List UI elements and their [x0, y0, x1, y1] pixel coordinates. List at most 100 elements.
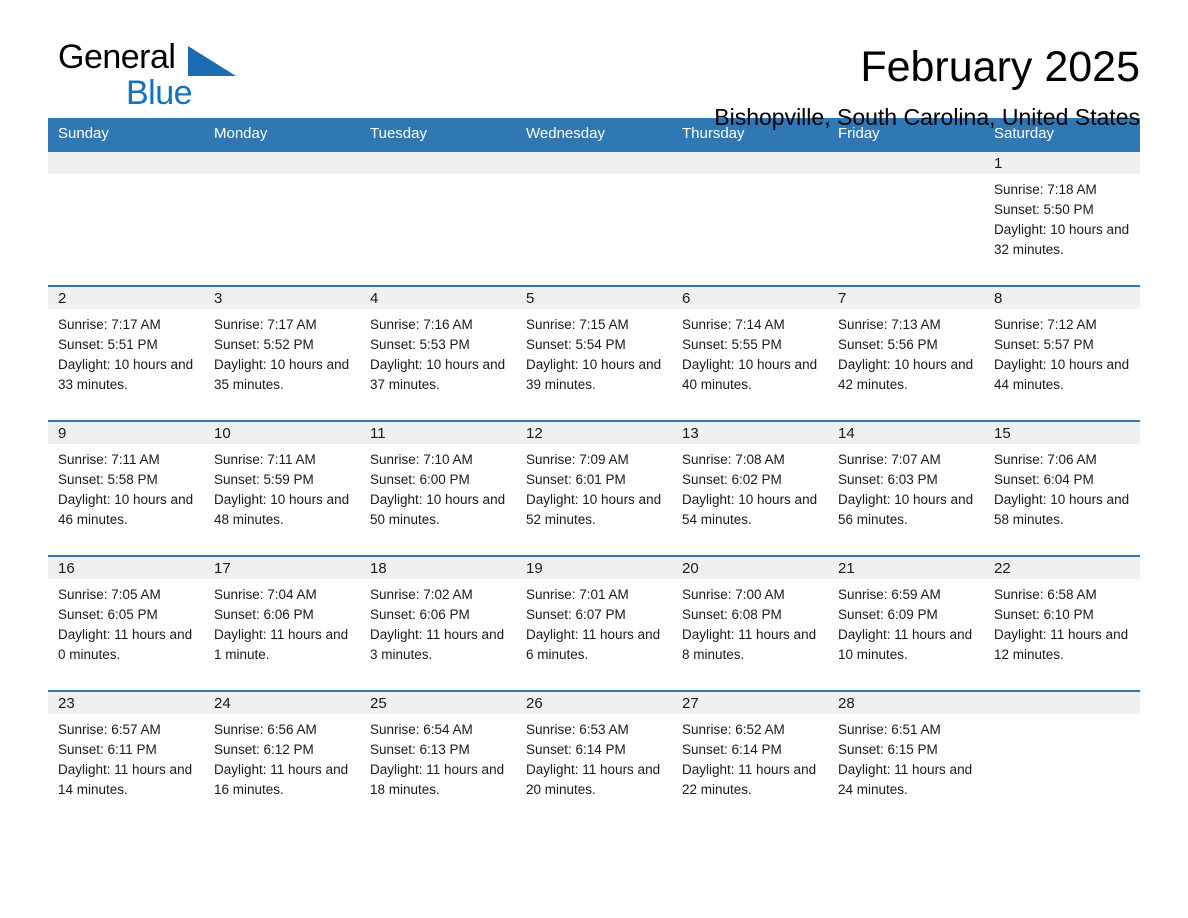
day-number: [984, 692, 1140, 714]
sunset-text: Sunset: 5:57 PM: [994, 337, 1094, 352]
calendar-day-cell[interactable]: 12 Sunrise: 7:09 AM Sunset: 6:01 PM Dayligh…: [516, 420, 672, 556]
sunrise-text: Sunrise: 7:07 AM: [838, 452, 941, 467]
calendar-day-cell[interactable]: 15 Sunrise: 7:06 AM Sunset: 6:04 PM Dayligh…: [984, 420, 1140, 556]
calendar-day-cell[interactable]: 23 Sunrise: 6:57 AM Sunset: 6:11 PM Dayligh…: [48, 690, 204, 826]
calendar-day-cell[interactable]: 11 Sunrise: 7:10 AM Sunset: 6:00 PM Dayligh…: [360, 420, 516, 556]
daylight-text: Daylight: 10 hours and 33 minutes.: [58, 357, 194, 392]
day-number: [828, 152, 984, 174]
calendar-day-cell[interactable]: 7 Sunrise: 7:13 AM Sunset: 5:56 PM Daylight…: [828, 285, 984, 421]
calendar-day-cell[interactable]: 27 Sunrise: 6:52 AM Sunset: 6:14 PM Dayligh…: [672, 690, 828, 826]
day-number: 22: [984, 557, 1140, 579]
sunrise-text: Sunrise: 7:00 AM: [682, 587, 785, 602]
sunrise-text: Sunrise: 7:16 AM: [370, 317, 473, 332]
sunrise-text: Sunrise: 7:09 AM: [526, 452, 629, 467]
day-number: 14: [828, 422, 984, 444]
calendar-day-cell[interactable]: 9 Sunrise: 7:11 AM Sunset: 5:58 PM Daylight…: [48, 420, 204, 556]
daylight-text: Daylight: 10 hours and 46 minutes.: [58, 492, 194, 527]
day-details: Sunrise: 7:05 AM Sunset: 6:05 PM Daylight:…: [48, 579, 204, 665]
sunset-text: Sunset: 6:09 PM: [838, 607, 938, 622]
day-number: 9: [48, 422, 204, 444]
calendar-empty-cell: [516, 150, 672, 286]
calendar-empty-cell: [360, 150, 516, 286]
daylight-text: Daylight: 10 hours and 35 minutes.: [214, 357, 350, 392]
calendar-day-cell[interactable]: 4 Sunrise: 7:16 AM Sunset: 5:53 PM Daylight…: [360, 285, 516, 421]
calendar-table: Sunday Monday Tuesday Wednesday Thursday Frid…: [48, 118, 1140, 826]
day-number: [516, 152, 672, 174]
masthead: General Blue February 2025 Bishopville, …: [48, 0, 1140, 130]
day-number: 24: [204, 692, 360, 714]
calendar-day-cell[interactable]: 6 Sunrise: 7:14 AM Sunset: 5:55 PM Daylight…: [672, 285, 828, 421]
calendar-day-cell[interactable]: 17 Sunrise: 7:04 AM Sunset: 6:06 PM Dayligh…: [204, 555, 360, 691]
sunset-text: Sunset: 5:56 PM: [838, 337, 938, 352]
day-number: 18: [360, 557, 516, 579]
sunrise-text: Sunrise: 7:05 AM: [58, 587, 161, 602]
day-details: Sunrise: 7:17 AM Sunset: 5:52 PM Daylight:…: [204, 309, 360, 395]
day-number: 23: [48, 692, 204, 714]
generalblue-logo[interactable]: General Blue: [48, 40, 238, 112]
daylight-text: Daylight: 11 hours and 10 minutes.: [838, 627, 973, 662]
daylight-text: Daylight: 10 hours and 50 minutes.: [370, 492, 506, 527]
day-number: [48, 152, 204, 174]
daylight-text: Daylight: 11 hours and 6 minutes.: [526, 627, 661, 662]
day-number: 5: [516, 287, 672, 309]
day-details: Sunrise: 7:00 AM Sunset: 6:08 PM Daylight:…: [672, 579, 828, 665]
day-details: Sunrise: 7:15 AM Sunset: 5:54 PM Daylight:…: [516, 309, 672, 395]
calendar-day-cell[interactable]: 24 Sunrise: 6:56 AM Sunset: 6:12 PM Dayligh…: [204, 690, 360, 826]
calendar-week-row: 16 Sunrise: 7:05 AM Sunset: 6:05 PM Dayligh…: [48, 555, 1140, 691]
daylight-text: Daylight: 10 hours and 42 minutes.: [838, 357, 974, 392]
day-details: Sunrise: 6:51 AM Sunset: 6:15 PM Daylight:…: [828, 714, 984, 800]
weekday-header-tuesday: Tuesday: [360, 118, 516, 151]
daylight-text: Daylight: 10 hours and 32 minutes.: [994, 222, 1130, 257]
calendar-day-cell[interactable]: 21 Sunrise: 6:59 AM Sunset: 6:09 PM Dayligh…: [828, 555, 984, 691]
calendar-day-cell[interactable]: 28 Sunrise: 6:51 AM Sunset: 6:15 PM Dayligh…: [828, 690, 984, 826]
day-number: 11: [360, 422, 516, 444]
calendar-day-cell[interactable]: 25 Sunrise: 6:54 AM Sunset: 6:13 PM Dayligh…: [360, 690, 516, 826]
calendar-day-cell[interactable]: 20 Sunrise: 7:00 AM Sunset: 6:08 PM Dayligh…: [672, 555, 828, 691]
calendar-day-cell[interactable]: 5 Sunrise: 7:15 AM Sunset: 5:54 PM Daylight…: [516, 285, 672, 421]
sunrise-text: Sunrise: 6:57 AM: [58, 722, 161, 737]
calendar-day-cell[interactable]: 19 Sunrise: 7:01 AM Sunset: 6:07 PM Dayligh…: [516, 555, 672, 691]
calendar-empty-cell: [48, 150, 204, 286]
sunset-text: Sunset: 6:04 PM: [994, 472, 1094, 487]
sunrise-text: Sunrise: 7:11 AM: [214, 452, 316, 467]
calendar-day-cell[interactable]: 14 Sunrise: 7:07 AM Sunset: 6:03 PM Dayligh…: [828, 420, 984, 556]
weekday-header-wednesday: Wednesday: [516, 118, 672, 151]
sunrise-text: Sunrise: 7:08 AM: [682, 452, 785, 467]
sunrise-text: Sunrise: 6:54 AM: [370, 722, 473, 737]
sunrise-text: Sunrise: 7:17 AM: [58, 317, 161, 332]
day-number: 25: [360, 692, 516, 714]
day-details: Sunrise: 7:11 AM Sunset: 5:58 PM Daylight:…: [48, 444, 204, 530]
calendar-empty-cell: [204, 150, 360, 286]
daylight-text: Daylight: 11 hours and 12 minutes.: [994, 627, 1129, 662]
calendar-day-cell[interactable]: 3 Sunrise: 7:17 AM Sunset: 5:52 PM Daylight…: [204, 285, 360, 421]
daylight-text: Daylight: 11 hours and 22 minutes.: [682, 762, 817, 797]
daylight-text: Daylight: 10 hours and 48 minutes.: [214, 492, 350, 527]
sunset-text: Sunset: 5:58 PM: [58, 472, 158, 487]
calendar-day-cell[interactable]: 16 Sunrise: 7:05 AM Sunset: 6:05 PM Dayligh…: [48, 555, 204, 691]
calendar-page: General Blue February 2025 Bishopville, …: [0, 0, 1188, 918]
sunset-text: Sunset: 5:54 PM: [526, 337, 626, 352]
calendar-day-cell[interactable]: 2 Sunrise: 7:17 AM Sunset: 5:51 PM Daylight…: [48, 285, 204, 421]
page-subtitle: Bishopville, South Carolina, United Stat…: [714, 104, 1140, 130]
calendar-day-cell[interactable]: 1 Sunrise: 7:18 AM Sunset: 5:50 PM Daylight…: [984, 150, 1140, 286]
daylight-text: Daylight: 11 hours and 18 minutes.: [370, 762, 505, 797]
sunrise-text: Sunrise: 7:18 AM: [994, 182, 1097, 197]
calendar-day-cell[interactable]: 18 Sunrise: 7:02 AM Sunset: 6:06 PM Dayligh…: [360, 555, 516, 691]
daylight-text: Daylight: 10 hours and 52 minutes.: [526, 492, 662, 527]
daylight-text: Daylight: 10 hours and 44 minutes.: [994, 357, 1130, 392]
day-number: 16: [48, 557, 204, 579]
calendar-day-cell[interactable]: 26 Sunrise: 6:53 AM Sunset: 6:14 PM Dayligh…: [516, 690, 672, 826]
triangle-icon: [188, 46, 236, 76]
day-number: 28: [828, 692, 984, 714]
sunrise-text: Sunrise: 7:14 AM: [682, 317, 785, 332]
day-number: 7: [828, 287, 984, 309]
day-number: [204, 152, 360, 174]
calendar-day-cell[interactable]: 10 Sunrise: 7:11 AM Sunset: 5:59 PM Dayligh…: [204, 420, 360, 556]
daylight-text: Daylight: 10 hours and 58 minutes.: [994, 492, 1130, 527]
calendar-day-cell[interactable]: 13 Sunrise: 7:08 AM Sunset: 6:02 PM Dayligh…: [672, 420, 828, 556]
daylight-text: Daylight: 11 hours and 1 minute.: [214, 627, 349, 662]
sunset-text: Sunset: 6:06 PM: [214, 607, 314, 622]
calendar-day-cell[interactable]: 8 Sunrise: 7:12 AM Sunset: 5:57 PM Daylight…: [984, 285, 1140, 421]
calendar-day-cell[interactable]: 22 Sunrise: 6:58 AM Sunset: 6:10 PM Dayligh…: [984, 555, 1140, 691]
day-details: Sunrise: 7:09 AM Sunset: 6:01 PM Daylight:…: [516, 444, 672, 530]
